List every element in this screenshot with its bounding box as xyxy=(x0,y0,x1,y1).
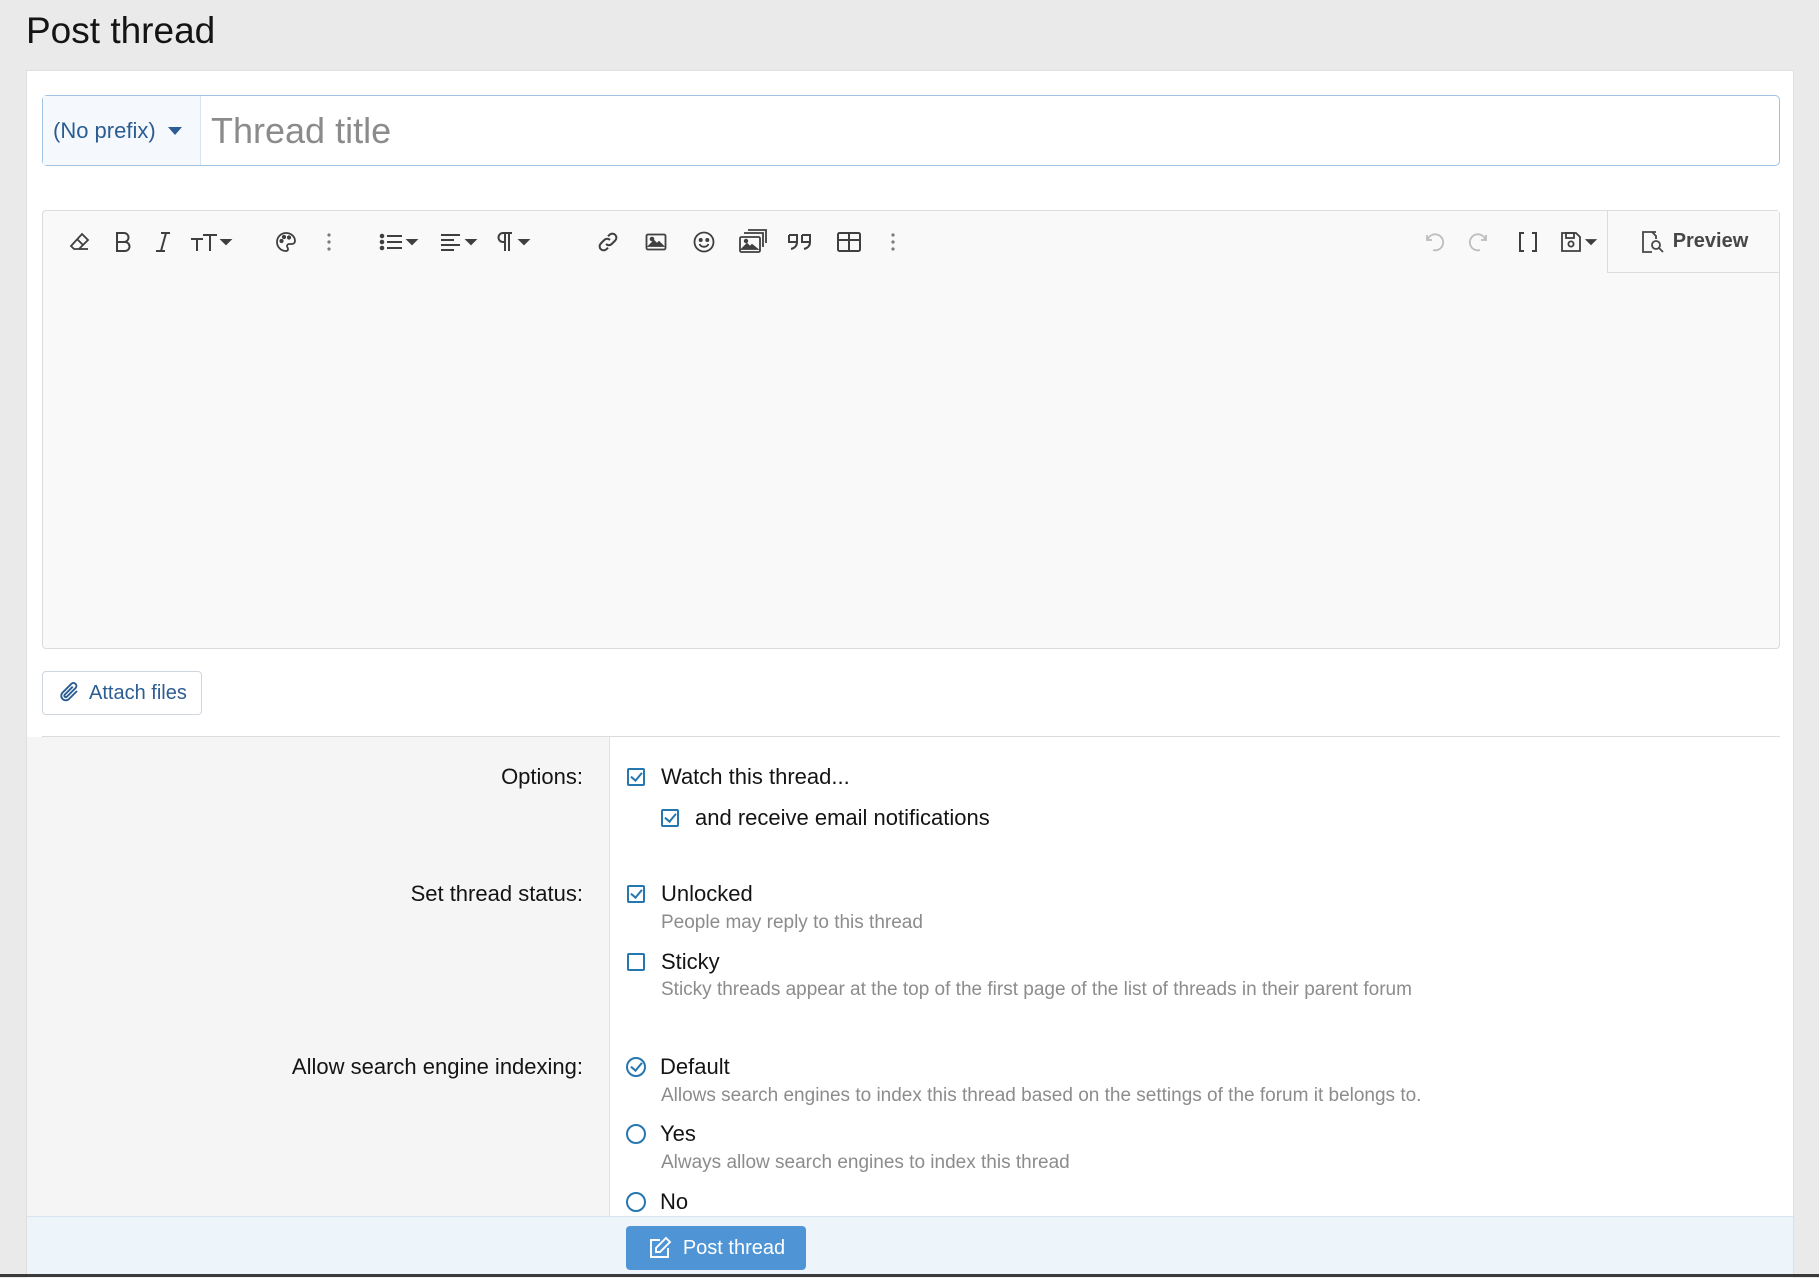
sticky-checkbox[interactable]: Sticky xyxy=(627,949,720,975)
email-notifications-checkbox[interactable]: and receive email notifications xyxy=(661,805,990,831)
editor-toolbar: Preview xyxy=(43,211,1779,273)
smiley-icon[interactable] xyxy=(691,228,717,256)
drafts-icon[interactable] xyxy=(1559,228,1603,256)
palette-icon[interactable] xyxy=(273,228,299,256)
caret-down-icon xyxy=(167,126,182,135)
options-label: Options: xyxy=(501,764,583,789)
indexing-default-radio[interactable]: Default xyxy=(626,1054,730,1080)
post-thread-label: Post thread xyxy=(682,1236,786,1259)
paragraph-icon[interactable] xyxy=(495,228,539,256)
indexing-default-hint: Allows search engines to index this thre… xyxy=(661,1085,1422,1106)
message-editor: Preview xyxy=(42,210,1780,649)
checkbox-unchecked-icon xyxy=(627,953,645,971)
table-icon[interactable] xyxy=(835,228,863,256)
list-icon[interactable] xyxy=(379,228,423,256)
attach-files-label: Attach files xyxy=(89,681,187,704)
checkbox-checked-icon xyxy=(627,885,645,903)
radio-checked-icon xyxy=(626,1057,646,1077)
more-vertical-icon[interactable] xyxy=(324,228,334,256)
preview-icon xyxy=(1641,230,1664,253)
preview-button[interactable]: Preview xyxy=(1607,211,1779,273)
watch-thread-label: Watch this thread... xyxy=(661,764,850,789)
checkbox-checked-icon xyxy=(627,768,645,786)
align-icon[interactable] xyxy=(439,228,483,256)
title-row: (No prefix) xyxy=(42,95,1780,166)
redo-icon[interactable] xyxy=(1467,228,1493,256)
form-labels-column xyxy=(27,737,610,1277)
indexing-no-radio[interactable]: No xyxy=(626,1189,688,1215)
indexing-yes-hint: Always allow search engines to index thi… xyxy=(661,1152,1070,1173)
indexing-no-label: No xyxy=(660,1189,689,1214)
indexing-yes-label: Yes xyxy=(660,1121,696,1146)
checkbox-checked-icon xyxy=(661,809,679,827)
media-icon[interactable] xyxy=(737,228,769,256)
bbcode-toggle-icon[interactable] xyxy=(1515,228,1541,256)
page-title: Post thread xyxy=(26,10,216,51)
post-thread-button[interactable]: Post thread xyxy=(626,1226,806,1270)
font-size-icon[interactable] xyxy=(189,228,237,256)
watch-thread-checkbox[interactable]: Watch this thread... xyxy=(627,764,850,790)
radio-unchecked-icon xyxy=(626,1124,646,1144)
thread-title-input[interactable] xyxy=(201,96,1779,165)
email-notifications-label: and receive email notifications xyxy=(695,805,990,830)
unlocked-label: Unlocked xyxy=(661,881,753,906)
prefix-label: (No prefix) xyxy=(53,117,156,143)
unlocked-checkbox[interactable]: Unlocked xyxy=(627,881,753,907)
form-footer: Post thread xyxy=(27,1216,1793,1278)
preview-label: Preview xyxy=(1672,230,1749,252)
sticky-hint: Sticky threads appear at the top of the … xyxy=(661,979,1412,1000)
thread-status-label: Set thread status: xyxy=(410,881,583,906)
radio-unchecked-icon xyxy=(626,1192,646,1212)
image-icon[interactable] xyxy=(643,228,669,256)
indexing-yes-radio[interactable]: Yes xyxy=(626,1121,696,1147)
message-textarea[interactable] xyxy=(43,273,1779,648)
bold-icon[interactable] xyxy=(111,228,135,256)
search-indexing-label: Allow search engine indexing: xyxy=(291,1054,583,1079)
post-thread-form: (No prefix) Thread title Preview Attach … xyxy=(26,70,1794,1278)
link-icon[interactable] xyxy=(595,228,621,256)
unlocked-hint: People may reply to this thread xyxy=(661,912,923,933)
more-vertical-icon[interactable] xyxy=(888,228,898,256)
indexing-default-label: Default xyxy=(660,1054,730,1079)
quote-icon[interactable] xyxy=(785,228,815,256)
paperclip-icon xyxy=(60,682,78,702)
eraser-icon[interactable] xyxy=(67,228,93,256)
sticky-label: Sticky xyxy=(661,949,720,974)
undo-icon[interactable] xyxy=(1420,228,1446,256)
attach-files-button[interactable]: Attach files xyxy=(42,671,202,715)
italic-icon[interactable] xyxy=(151,228,175,256)
edit-icon xyxy=(649,1236,672,1258)
prefix-dropdown[interactable]: (No prefix) xyxy=(43,96,201,165)
